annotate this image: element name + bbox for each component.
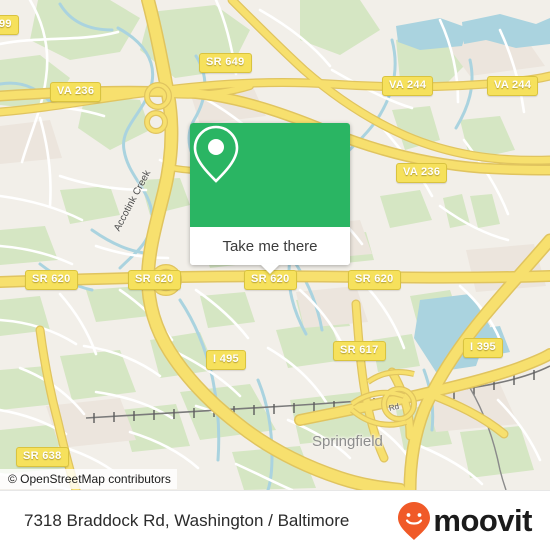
take-me-there-label: Take me there — [222, 237, 318, 255]
moovit-logo[interactable]: moovit — [397, 501, 532, 541]
location-pin-icon — [193, 125, 239, 183]
place-label-springfield: Springfield — [312, 433, 383, 450]
road-shield-va-244: VA 244 — [487, 76, 539, 96]
road-shield-i-395: I 395 — [463, 338, 503, 358]
road-shield-va-236: VA 236 — [50, 82, 102, 102]
road-shield-va-244: VA 244 — [382, 76, 434, 96]
road-shield-sr-638: SR 638 — [16, 447, 69, 467]
road-shield-va-236: VA 236 — [396, 163, 448, 183]
road-shield-sr-649: SR 649 — [199, 53, 252, 73]
moovit-wordmark: moovit — [433, 503, 532, 538]
road-shield-sr-620: SR 620 — [128, 270, 181, 290]
take-me-there-button[interactable]: Take me there — [190, 227, 350, 274]
bottom-info-bar: 7318 Braddock Rd, Washington / Baltimore… — [0, 490, 550, 550]
map-canvas[interactable]: 99 VA 236 SR 649 VA 244 VA 244 VA 236 SR 620 SR… — [0, 0, 550, 490]
address-text: 7318 Braddock Rd, Washington / Baltimore — [24, 510, 350, 530]
location-popup-card[interactable]: Take me there — [190, 123, 350, 274]
road-shield-sr-99: 99 — [0, 15, 19, 35]
moovit-map-screen: 99 VA 236 SR 649 VA 244 VA 244 VA 236 SR 620 SR… — [0, 0, 550, 550]
osm-attribution: © OpenStreetMap contributors — [0, 469, 177, 489]
road-shield-sr-617: SR 617 — [333, 341, 386, 361]
road-shield-sr-620: SR 620 — [25, 270, 78, 290]
road-shield-i-495: I 495 — [206, 350, 246, 370]
moovit-pin-icon — [398, 501, 431, 540]
road-shield-sr-620: SR 620 — [348, 270, 401, 290]
popup-pointer — [260, 264, 280, 274]
popup-pin-area — [190, 123, 350, 227]
